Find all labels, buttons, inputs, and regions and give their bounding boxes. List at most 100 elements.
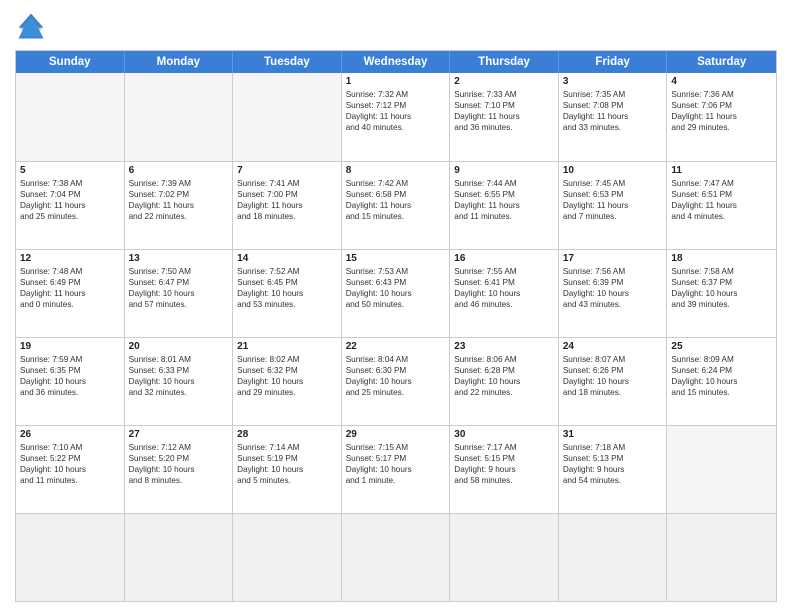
calendar-cell-5-2: [233, 514, 342, 601]
cell-line: Sunset: 6:33 PM: [129, 365, 229, 376]
day-number: 23: [454, 341, 554, 352]
calendar-cell-2-0: 12Sunrise: 7:48 AMSunset: 6:49 PMDayligh…: [16, 250, 125, 337]
cell-line: Sunrise: 7:44 AM: [454, 178, 554, 189]
cell-line: and 18 minutes.: [237, 211, 337, 222]
calendar-row-0: 1Sunrise: 7:32 AMSunset: 7:12 PMDaylight…: [16, 73, 776, 161]
cell-line: Sunrise: 8:01 AM: [129, 354, 229, 365]
cell-line: Daylight: 10 hours: [237, 464, 337, 475]
day-number: 17: [563, 253, 663, 264]
cell-line: and 57 minutes.: [129, 299, 229, 310]
cell-line: and 15 minutes.: [671, 387, 772, 398]
cell-line: and 50 minutes.: [346, 299, 446, 310]
cell-line: and 11 minutes.: [454, 211, 554, 222]
day-number: 25: [671, 341, 772, 352]
cell-line: and 32 minutes.: [129, 387, 229, 398]
day-number: 28: [237, 429, 337, 440]
day-number: 2: [454, 76, 554, 87]
page: SundayMondayTuesdayWednesdayThursdayFrid…: [0, 0, 792, 612]
cell-line: Sunset: 7:08 PM: [563, 100, 663, 111]
cell-line: and 33 minutes.: [563, 122, 663, 133]
calendar-cell-0-5: 3Sunrise: 7:35 AMSunset: 7:08 PMDaylight…: [559, 73, 668, 161]
cell-line: and 29 minutes.: [671, 122, 772, 133]
cell-line: Sunrise: 7:10 AM: [20, 442, 120, 453]
cell-line: Sunrise: 8:02 AM: [237, 354, 337, 365]
cell-line: Daylight: 10 hours: [129, 376, 229, 387]
calendar-row-1: 5Sunrise: 7:38 AMSunset: 7:04 PMDaylight…: [16, 161, 776, 249]
cell-line: Daylight: 11 hours: [20, 200, 120, 211]
cell-line: Sunrise: 7:33 AM: [454, 89, 554, 100]
day-number: 31: [563, 429, 663, 440]
cell-line: Sunrise: 7:14 AM: [237, 442, 337, 453]
cell-line: Sunset: 6:51 PM: [671, 189, 772, 200]
day-number: 4: [671, 76, 772, 87]
calendar-row-3: 19Sunrise: 7:59 AMSunset: 6:35 PMDayligh…: [16, 337, 776, 425]
calendar-cell-1-3: 8Sunrise: 7:42 AMSunset: 6:58 PMDaylight…: [342, 162, 451, 249]
cell-line: Sunrise: 7:59 AM: [20, 354, 120, 365]
cell-line: Sunset: 6:43 PM: [346, 277, 446, 288]
calendar: SundayMondayTuesdayWednesdayThursdayFrid…: [15, 50, 777, 602]
calendar-cell-0-4: 2Sunrise: 7:33 AMSunset: 7:10 PMDaylight…: [450, 73, 559, 161]
calendar-row-2: 12Sunrise: 7:48 AMSunset: 6:49 PMDayligh…: [16, 249, 776, 337]
header-monday: Monday: [125, 51, 234, 73]
calendar-header: SundayMondayTuesdayWednesdayThursdayFrid…: [16, 51, 776, 73]
calendar-cell-3-0: 19Sunrise: 7:59 AMSunset: 6:35 PMDayligh…: [16, 338, 125, 425]
cell-line: Sunrise: 7:42 AM: [346, 178, 446, 189]
cell-line: Sunrise: 8:06 AM: [454, 354, 554, 365]
cell-line: Daylight: 10 hours: [671, 376, 772, 387]
cell-line: and 7 minutes.: [563, 211, 663, 222]
calendar-cell-4-6: [667, 426, 776, 513]
calendar-cell-4-4: 30Sunrise: 7:17 AMSunset: 5:15 PMDayligh…: [450, 426, 559, 513]
cell-line: Sunset: 7:06 PM: [671, 100, 772, 111]
cell-line: and 18 minutes.: [563, 387, 663, 398]
cell-line: Sunset: 7:02 PM: [129, 189, 229, 200]
cell-line: Sunrise: 7:50 AM: [129, 266, 229, 277]
cell-line: and 22 minutes.: [454, 387, 554, 398]
cell-line: and 25 minutes.: [20, 211, 120, 222]
day-number: 13: [129, 253, 229, 264]
cell-line: Sunset: 6:55 PM: [454, 189, 554, 200]
calendar-cell-3-5: 24Sunrise: 8:07 AMSunset: 6:26 PMDayligh…: [559, 338, 668, 425]
calendar-cell-3-1: 20 Sunrise: 8:01 AMSunset: 6:33 PMDayligh…: [125, 338, 234, 425]
day-number: 24: [563, 341, 663, 352]
cell-line: Sunset: 6:30 PM: [346, 365, 446, 376]
day-number: 18: [671, 253, 772, 264]
cell-line: Sunrise: 7:45 AM: [563, 178, 663, 189]
cell-line: Sunset: 6:39 PM: [563, 277, 663, 288]
header-friday: Friday: [559, 51, 668, 73]
calendar-cell-4-0: 26Sunrise: 7:10 AMSunset: 5:22 PMDayligh…: [16, 426, 125, 513]
calendar-cell-4-5: 31Sunrise: 7:18 AMSunset: 5:13 PMDayligh…: [559, 426, 668, 513]
cell-line: Daylight: 11 hours: [346, 111, 446, 122]
cell-line: Sunrise: 7:36 AM: [671, 89, 772, 100]
calendar-cell-1-5: 10Sunrise: 7:45 AMSunset: 6:53 PMDayligh…: [559, 162, 668, 249]
cell-line: Sunrise: 7:39 AM: [129, 178, 229, 189]
header-thursday: Thursday: [450, 51, 559, 73]
day-number: 19: [20, 341, 120, 352]
cell-line: Daylight: 10 hours: [346, 464, 446, 475]
cell-line: Daylight: 10 hours: [20, 376, 120, 387]
cell-line: Sunset: 7:12 PM: [346, 100, 446, 111]
header-tuesday: Tuesday: [233, 51, 342, 73]
cell-line: Daylight: 10 hours: [129, 464, 229, 475]
cell-line: and 46 minutes.: [454, 299, 554, 310]
cell-line: Sunset: 6:28 PM: [454, 365, 554, 376]
header: [15, 10, 777, 42]
cell-line: and 54 minutes.: [563, 475, 663, 486]
header-wednesday: Wednesday: [342, 51, 451, 73]
cell-line: Daylight: 11 hours: [563, 200, 663, 211]
cell-line: Sunrise: 7:53 AM: [346, 266, 446, 277]
cell-line: Sunset: 6:45 PM: [237, 277, 337, 288]
cell-line: Sunrise: 7:47 AM: [671, 178, 772, 189]
calendar-body: 1Sunrise: 7:32 AMSunset: 7:12 PMDaylight…: [16, 73, 776, 601]
cell-line: Daylight: 10 hours: [454, 376, 554, 387]
cell-line: Daylight: 10 hours: [563, 288, 663, 299]
cell-line: Sunrise: 7:38 AM: [20, 178, 120, 189]
cell-line: Sunset: 5:15 PM: [454, 453, 554, 464]
cell-line: Daylight: 11 hours: [129, 200, 229, 211]
calendar-cell-0-3: 1Sunrise: 7:32 AMSunset: 7:12 PMDaylight…: [342, 73, 451, 161]
day-number: 20: [129, 341, 229, 352]
calendar-cell-2-2: 14Sunrise: 7:52 AMSunset: 6:45 PMDayligh…: [233, 250, 342, 337]
day-number: 22: [346, 341, 446, 352]
calendar-cell-5-5: [559, 514, 668, 601]
calendar-cell-5-4: [450, 514, 559, 601]
day-number: 29: [346, 429, 446, 440]
